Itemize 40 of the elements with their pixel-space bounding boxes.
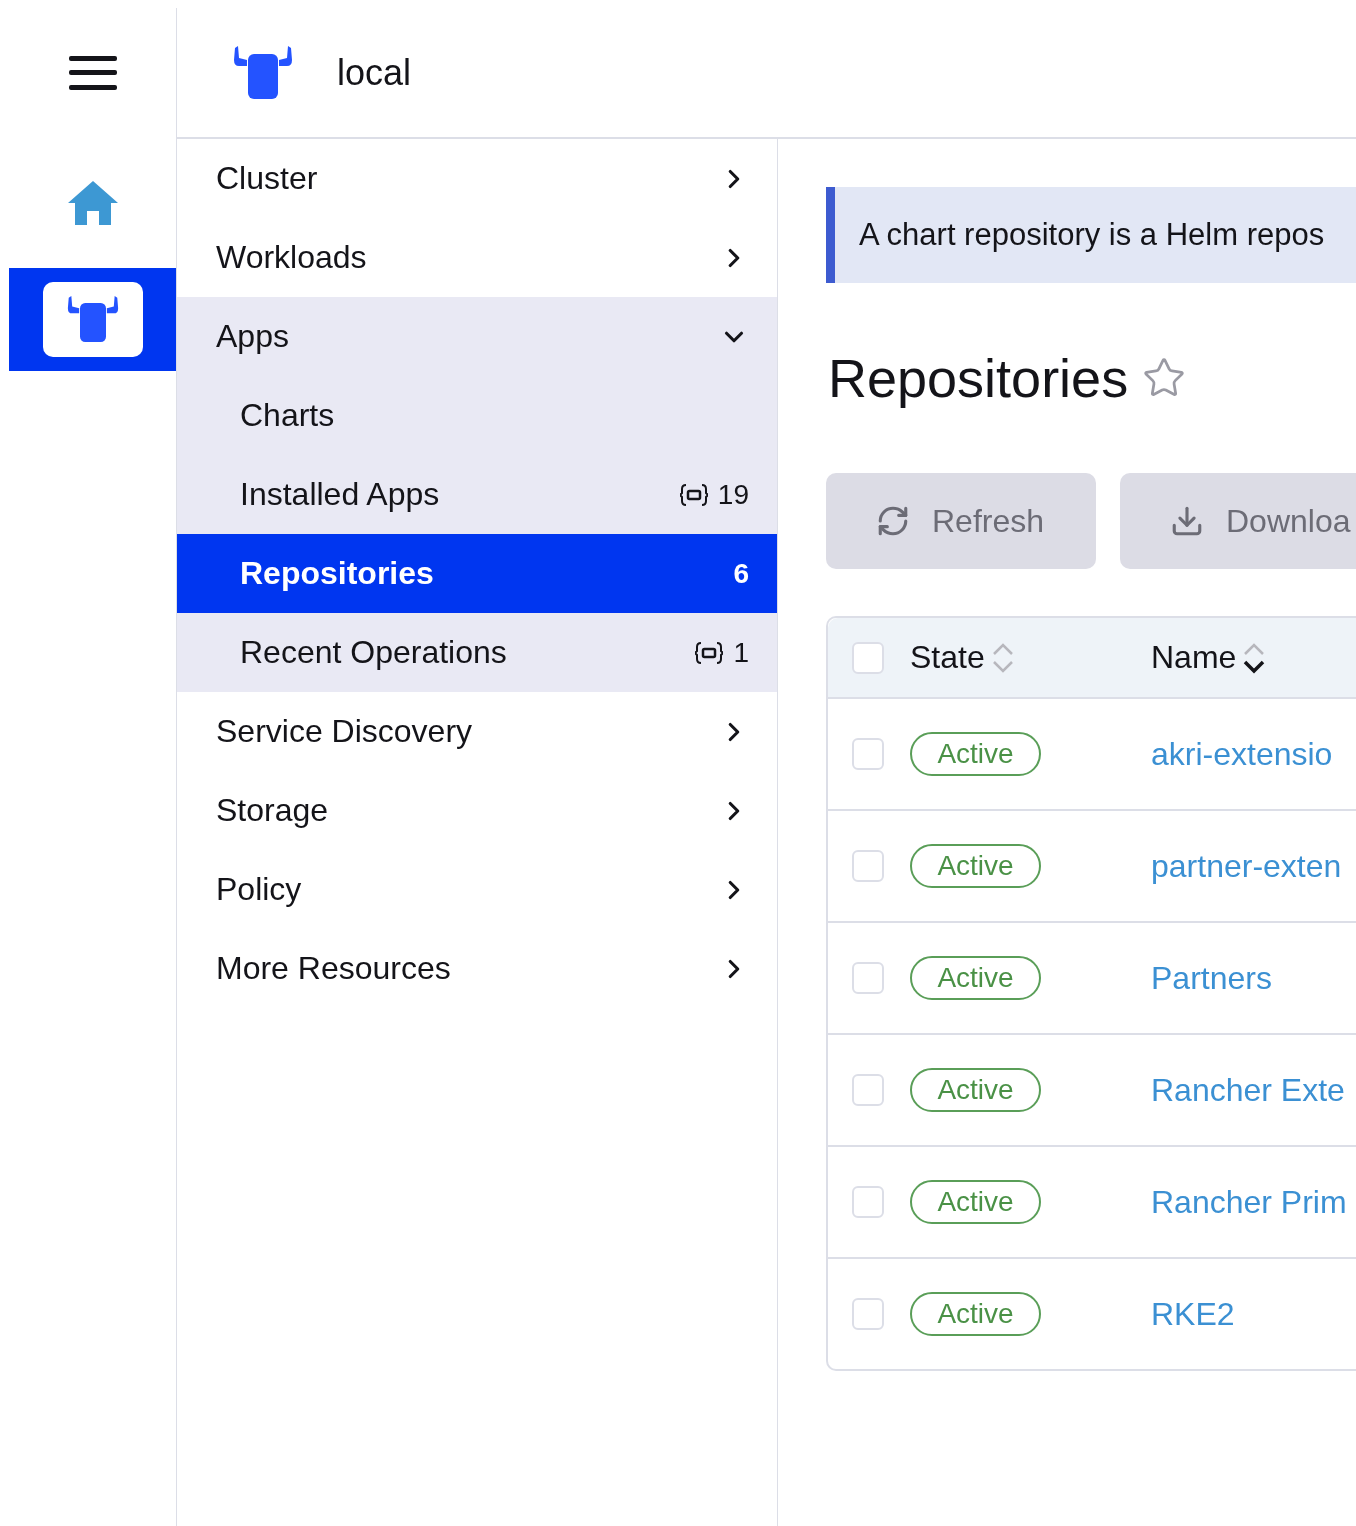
home-icon[interactable]	[67, 181, 118, 225]
row-checkbox[interactable]	[852, 738, 884, 770]
nav-group[interactable]: Cluster	[177, 139, 777, 218]
namespace-icon	[695, 640, 724, 665]
column-header[interactable]: State	[910, 639, 985, 676]
nav-group[interactable]: Service Discovery	[177, 692, 777, 771]
row-checkbox[interactable]	[852, 962, 884, 994]
info-banner: A chart repository is a Helm repos	[826, 187, 1356, 283]
row-checkbox[interactable]	[852, 850, 884, 882]
select-all-checkbox[interactable]	[852, 641, 884, 674]
nav-group[interactable]: Workloads	[177, 218, 777, 297]
state-badge: Active	[910, 956, 1041, 1000]
nav-group[interactable]: More Resources	[177, 929, 777, 1008]
cattle-logo-icon	[66, 296, 119, 343]
row-checkbox[interactable]	[852, 1186, 884, 1218]
nav-item[interactable]: Recent Operations 1	[177, 613, 777, 692]
nav-item[interactable]: Installed Apps 19	[177, 455, 777, 534]
state-badge: Active	[910, 1292, 1041, 1336]
nav-item[interactable]: Repositories 6	[177, 534, 777, 613]
menu-icon[interactable]	[68, 56, 117, 90]
cluster-tile[interactable]	[42, 282, 143, 357]
column-header[interactable]: Name	[1151, 639, 1237, 676]
state-badge: Active	[910, 1068, 1041, 1112]
page-title: Repositories	[828, 347, 1129, 409]
download-icon	[1170, 504, 1204, 538]
refresh-icon	[876, 504, 910, 538]
cluster-name: local	[337, 51, 412, 94]
refresh-button[interactable]: Refresh	[826, 473, 1096, 569]
nav-item[interactable]: Charts	[177, 376, 777, 455]
nav-group[interactable]: Storage	[177, 771, 777, 850]
download-button[interactable]: Downloa	[1120, 473, 1356, 569]
namespace-icon	[679, 482, 708, 507]
state-badge: Active	[910, 1180, 1041, 1224]
cattle-logo-icon	[233, 45, 293, 100]
state-badge: Active	[910, 732, 1041, 776]
row-checkbox[interactable]	[852, 1298, 884, 1330]
nav-group[interactable]: Apps	[177, 297, 777, 376]
row-checkbox[interactable]	[852, 1074, 884, 1106]
state-badge: Active	[910, 844, 1041, 888]
nav-group[interactable]: Policy	[177, 850, 777, 929]
